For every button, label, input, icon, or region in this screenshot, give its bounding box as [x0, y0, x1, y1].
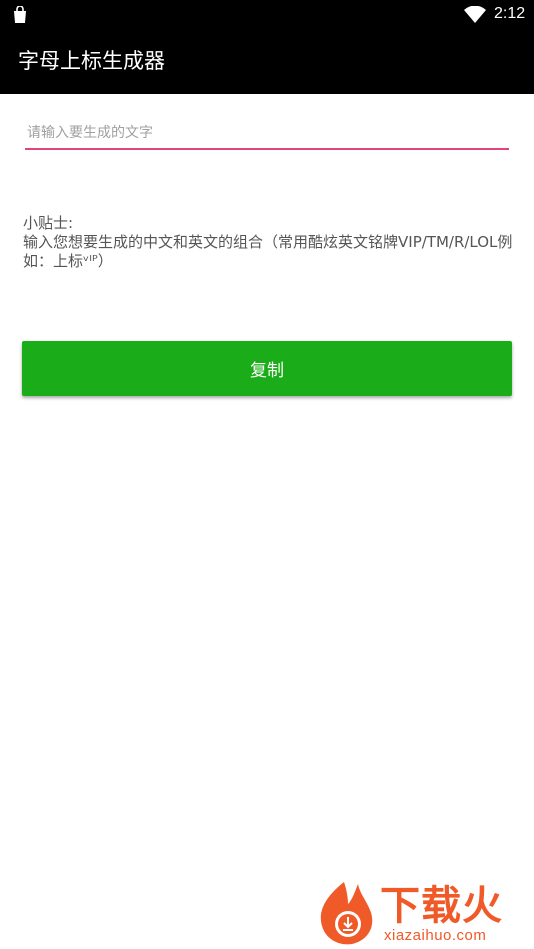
- app-title: 字母上标生成器: [18, 49, 165, 73]
- tips-label: 小贴士:: [23, 214, 74, 232]
- status-bar: 2:12: [0, 0, 534, 30]
- tips-body: 输入您想要生成的中文和英文的组合（常用酷炫英文铭牌VIP/TM/R/LOL例如：…: [23, 233, 513, 270]
- wifi-icon: [464, 6, 486, 23]
- watermark-text: 下载火: [380, 883, 503, 929]
- text-input[interactable]: [25, 118, 509, 150]
- watermark-url: xiazaihuo.com: [384, 927, 487, 944]
- copy-button[interactable]: 复制: [22, 341, 512, 396]
- watermark: 下载火 xiazaihuo.com: [314, 878, 530, 946]
- tips: 小贴士: 输入您想要生成的中文和英文的组合（常用酷炫英文铭牌VIP/TM/R/L…: [23, 214, 513, 271]
- shopping-bag-icon: [14, 6, 26, 23]
- flame-download-icon: [320, 882, 373, 945]
- app-bar: 字母上标生成器: [0, 30, 534, 94]
- text-input-container: [25, 118, 509, 152]
- status-time: 2:12: [494, 5, 526, 22]
